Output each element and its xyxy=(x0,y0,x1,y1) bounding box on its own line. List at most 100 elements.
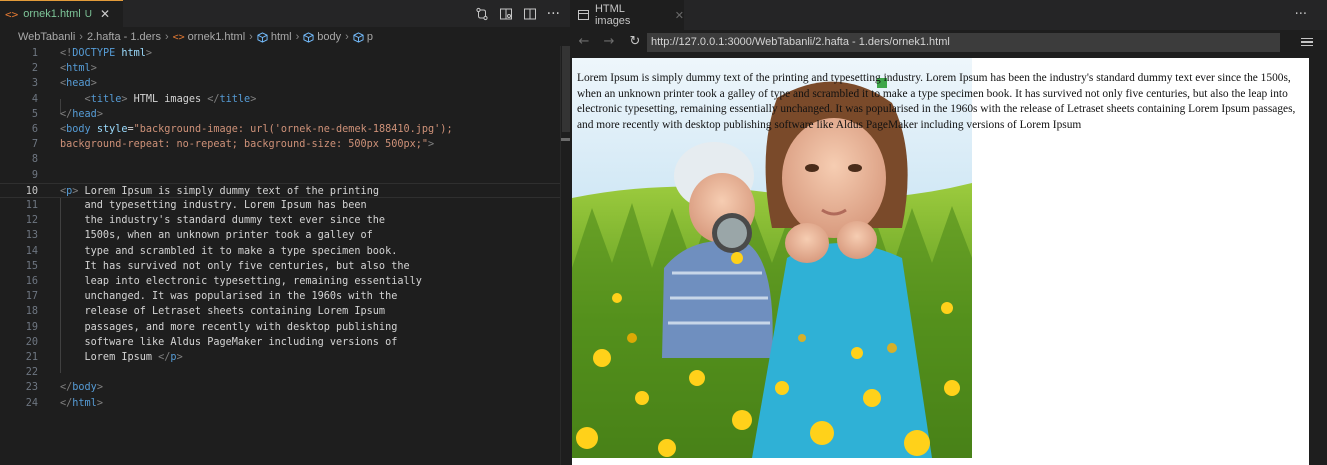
forward-arrow-icon[interactable]: → xyxy=(601,34,617,50)
code-line[interactable]: 15 It has survived not only five centuri… xyxy=(0,259,560,274)
chevron-right-icon: › xyxy=(79,31,83,43)
line-number: 12 xyxy=(25,215,38,227)
code-editor-pane[interactable]: <> ornek1.html U ✕ ··· WebTabanli › 2.ha… xyxy=(0,0,571,465)
code-line[interactable]: 2 <html> xyxy=(0,61,560,76)
browser-preview-icon xyxy=(578,10,589,20)
element-icon xyxy=(353,31,364,43)
code-line[interactable]: 16 leap into electronic typesetting, rem… xyxy=(0,274,560,289)
code-line[interactable]: 13 1500s, when an unknown printer took a… xyxy=(0,228,560,243)
breadcrumb: WebTabanli › 2.hafta - 1.ders › <> ornek… xyxy=(0,28,570,46)
preview-pane[interactable]: HTML images ✕ ··· ← → ↻ http://127.0.0.1… xyxy=(570,0,1327,465)
chevron-right-icon: › xyxy=(249,31,253,43)
code-line[interactable]: 17 unchanged. It was popularised in the … xyxy=(0,289,560,304)
line-number: 24 xyxy=(25,397,38,409)
preview-tab[interactable]: HTML images ✕ xyxy=(570,0,684,30)
line-code: 1500s, when an unknown printer took a ga… xyxy=(60,230,373,242)
line-number: 8 xyxy=(31,154,38,166)
line-number: 16 xyxy=(25,276,38,287)
line-code: </body> xyxy=(60,382,103,394)
line-code: software like Aldus PageMaker including … xyxy=(60,336,398,348)
breadcrumb-element[interactable]: html xyxy=(271,31,292,43)
line-code: <html> xyxy=(60,63,97,75)
more-actions-icon[interactable]: ··· xyxy=(547,7,560,21)
line-number: 9 xyxy=(31,169,38,181)
editor-tab-bar: <> ornek1.html U ✕ ··· xyxy=(0,0,570,27)
lorem-paragraph: Lorem Ipsum is simply dummy text of the … xyxy=(577,72,1296,131)
code-line[interactable]: 8 xyxy=(0,152,560,167)
line-code: release of Letraset sheets containing Lo… xyxy=(60,306,386,318)
code-line[interactable]: 9 xyxy=(0,168,560,183)
code-line[interactable]: 18 release of Letraset sheets containing… xyxy=(0,304,560,319)
line-number: 21 xyxy=(25,352,38,363)
code-line[interactable]: 12 the industry's standard dummy text ev… xyxy=(0,213,560,228)
line-number: 11 xyxy=(25,200,38,211)
breadcrumb-folder[interactable]: WebTabanli xyxy=(18,31,75,43)
back-arrow-icon[interactable]: ← xyxy=(576,34,592,50)
editor-tab-ornek1[interactable]: <> ornek1.html U ✕ xyxy=(0,0,123,27)
code-line[interactable]: 22 xyxy=(0,365,560,380)
code-line[interactable]: 3 <head> xyxy=(0,76,560,91)
rendered-page: Lorem Ipsum is simply dummy text of the … xyxy=(572,58,1309,465)
code-line[interactable]: 6 <body style="background-image: url('orn… xyxy=(0,122,560,137)
code-area[interactable]: 1 <!DOCTYPE html> 2 <html> 3 <head> 4 <title> … xyxy=(0,46,570,465)
line-code: <!DOCTYPE html> xyxy=(60,48,153,59)
hamburger-menu-icon[interactable] xyxy=(1301,34,1313,50)
code-line[interactable]: 4 <title> HTML images </title> xyxy=(0,92,560,107)
line-number: 3 xyxy=(31,78,38,90)
code-line[interactable]: 19 passages, and more recently with desk… xyxy=(0,320,560,335)
breadcrumb-folder[interactable]: 2.hafta - 1.ders xyxy=(87,31,161,43)
scrollbar-thumb[interactable] xyxy=(562,46,570,132)
breadcrumb-element[interactable]: p xyxy=(367,31,373,43)
code-line[interactable]: 1 <!DOCTYPE html> xyxy=(0,46,560,61)
preview-tab-bar: HTML images ✕ ··· xyxy=(570,0,1327,30)
chevron-right-icon: › xyxy=(345,31,349,43)
line-number: 15 xyxy=(25,260,38,272)
line-code: Lorem Ipsum </p> xyxy=(60,352,183,363)
line-code: It has survived not only five centuries,… xyxy=(60,260,410,272)
compare-changes-icon[interactable] xyxy=(475,7,489,21)
preview-tab-title: HTML images xyxy=(594,3,631,27)
code-line[interactable]: 7 background-repeat: no-repeat; backgroun… xyxy=(0,137,560,152)
line-number: 1 xyxy=(31,48,38,59)
code-line[interactable]: 11 and typesetting industry. Lorem Ipsum… xyxy=(0,198,560,213)
close-tab-icon[interactable]: ✕ xyxy=(100,7,110,21)
html-file-icon: <> xyxy=(5,7,19,21)
line-code: </html> xyxy=(60,397,103,409)
line-code: and typesetting industry. Lorem Ipsum ha… xyxy=(60,200,367,211)
element-icon xyxy=(257,31,268,43)
code-line[interactable]: 23 </body> xyxy=(0,380,560,395)
editor-tab-filename: ornek1.html xyxy=(23,8,81,20)
chevron-right-icon: › xyxy=(164,31,169,43)
line-code: leap into electronic typesetting, remain… xyxy=(60,276,422,287)
line-code: <body style="background-image: url('orne… xyxy=(60,124,453,135)
line-code: the industry's standard dummy text ever … xyxy=(60,215,386,227)
more-actions-icon[interactable]: ··· xyxy=(1295,8,1307,21)
line-code: <head> xyxy=(60,78,97,90)
address-bar[interactable]: http://127.0.0.1:3000/WebTabanli/2.hafta… xyxy=(647,33,1280,52)
open-preview-icon[interactable] xyxy=(499,7,513,21)
split-editor-icon[interactable] xyxy=(523,7,537,21)
line-code: <title> HTML images </title> xyxy=(84,93,257,105)
close-tab-icon[interactable]: ✕ xyxy=(675,9,684,22)
line-number: 17 xyxy=(25,291,38,303)
code-line[interactable]: 10 <p> Lorem Ipsum is simply dummy text o… xyxy=(0,182,560,198)
line-number: 18 xyxy=(25,306,38,318)
line-code: <p> Lorem Ipsum is simply dummy text of … xyxy=(60,185,379,197)
breadcrumb-element[interactable]: body xyxy=(317,31,341,43)
breadcrumb-file[interactable]: ornek1.html xyxy=(188,31,245,43)
untracked-status-badge: U xyxy=(84,8,92,20)
line-code: type and scrambled it to make a type spe… xyxy=(60,245,398,257)
line-number: 4 xyxy=(31,93,38,105)
editor-actions: ··· xyxy=(475,0,560,27)
line-number: 2 xyxy=(31,63,38,75)
editor-scrollbar[interactable] xyxy=(560,46,571,465)
code-line[interactable]: 14 type and scrambled it to make a type … xyxy=(0,244,560,259)
code-line[interactable]: 20 software like Aldus PageMaker includi… xyxy=(0,335,560,350)
code-line[interactable]: 24 </html> xyxy=(0,396,560,411)
line-code: background-repeat: no-repeat; background… xyxy=(60,139,435,151)
reload-icon[interactable]: ↻ xyxy=(627,34,643,50)
line-number: 13 xyxy=(25,230,38,242)
code-line[interactable]: 21 Lorem Ipsum </p> xyxy=(0,350,560,365)
code-line[interactable]: 5 </head> xyxy=(0,107,560,122)
element-icon xyxy=(303,31,314,43)
